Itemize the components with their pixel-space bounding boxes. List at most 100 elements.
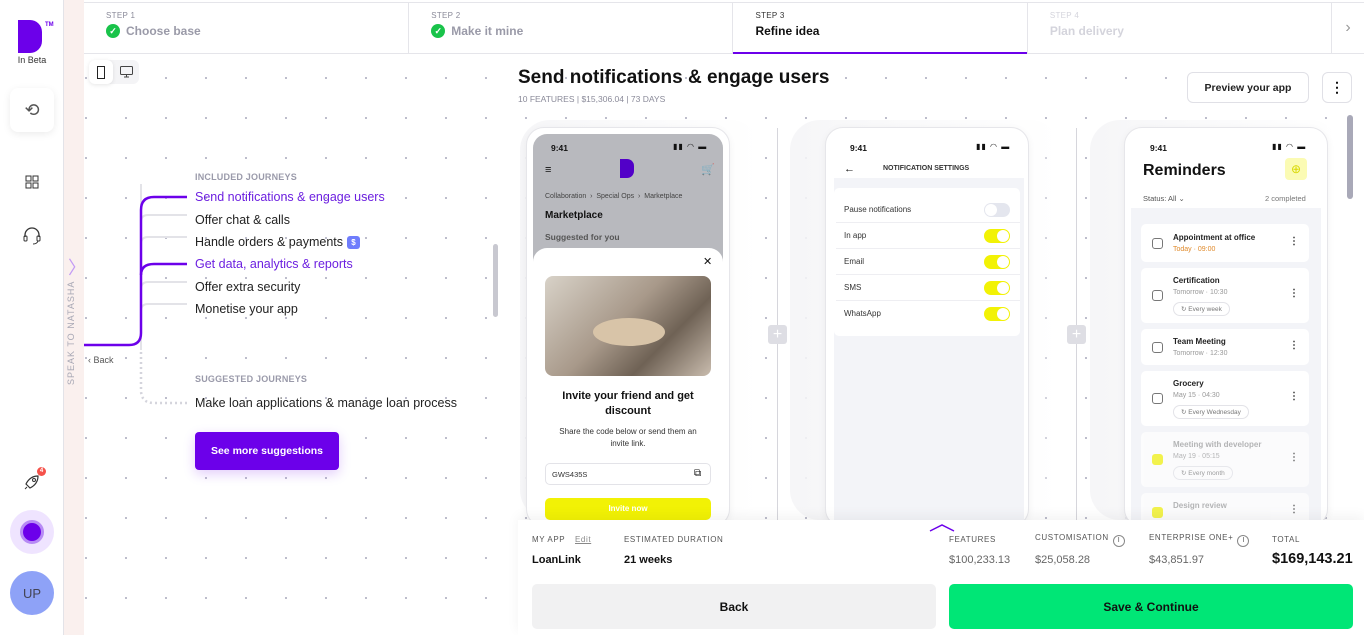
- preview-app-button[interactable]: Preview your app: [1187, 72, 1309, 103]
- journeys-scrollbar[interactable]: [493, 244, 498, 317]
- reminder-title: Grocery: [1173, 379, 1204, 388]
- phone-marketplace[interactable]: 9:41 ▮▮ ◠ ▬ ≡ 🛒 Collaboration › Special …: [526, 127, 730, 527]
- reminder-title: Team Meeting: [1173, 337, 1226, 346]
- customisation-value: $25,058.28: [1035, 554, 1091, 566]
- journey-extra-security[interactable]: Offer extra security: [195, 280, 300, 294]
- back-button[interactable]: Back: [532, 584, 936, 629]
- reminder-more-icon[interactable]: ⋮: [1289, 236, 1299, 247]
- email-toggle[interactable]: [984, 255, 1010, 269]
- in-app-toggle[interactable]: [984, 229, 1010, 243]
- journey-send-notifications[interactable]: Send notifications & engage users: [195, 190, 385, 204]
- reminders-title: Reminders: [1143, 162, 1226, 179]
- close-icon[interactable]: ✕: [703, 255, 712, 268]
- breadcrumb: Collaboration › Special Ops › Marketplac…: [545, 193, 683, 200]
- pause-toggle[interactable]: [984, 203, 1010, 217]
- next-step-button[interactable]: ›: [1332, 3, 1364, 53]
- more-options-button[interactable]: ⋮: [1322, 72, 1352, 103]
- undo-button[interactable]: ⟲: [10, 88, 54, 132]
- see-more-suggestions-button[interactable]: See more suggestions: [195, 432, 339, 470]
- reminder-title: Meeting with developer: [1173, 440, 1262, 449]
- repeat-pill: ↻ Every Wednesday: [1173, 405, 1249, 419]
- reminder-checkbox-checked[interactable]: [1152, 454, 1163, 465]
- back-link[interactable]: ‹ Back: [88, 355, 114, 365]
- repeat-label: Every Wednesday: [1188, 409, 1241, 416]
- check-icon: ✓: [106, 24, 120, 38]
- reminder-checkbox-checked[interactable]: [1152, 507, 1163, 518]
- speak-to-natasha-label[interactable]: SPEAK TO NATASHA: [66, 281, 76, 385]
- reminder-more-icon[interactable]: ⋮: [1289, 340, 1299, 351]
- save-continue-button[interactable]: Save & Continue: [949, 584, 1353, 629]
- phone-notification-settings[interactable]: 9:41 ▮▮ ◠ ▬ ← NOTIFICATION SETTINGS Paus…: [825, 127, 1029, 527]
- grid-icon: [25, 175, 39, 189]
- reminder-checkbox[interactable]: [1152, 238, 1163, 249]
- status-dot: [20, 520, 44, 544]
- reminder-item[interactable]: Grocery May 15 · 04:30 ↻ Every Wednesday…: [1141, 371, 1309, 426]
- step-refine-idea[interactable]: STEP 3 Refine idea: [733, 3, 1028, 54]
- reminder-item[interactable]: Appointment at office Today · 09:00 ⋮: [1141, 224, 1309, 262]
- journey-chat-calls[interactable]: Offer chat & calls: [195, 213, 290, 227]
- reminder-item[interactable]: Team Meeting Tomorrow · 12:30 ⋮: [1141, 329, 1309, 365]
- edit-app-link[interactable]: Edit: [575, 535, 591, 544]
- launch-button[interactable]: 4: [20, 467, 46, 494]
- included-journeys-label: INCLUDED JOURNEYS: [195, 172, 297, 182]
- reminder-more-icon[interactable]: ⋮: [1289, 288, 1299, 299]
- back-arrow-icon[interactable]: ←: [844, 163, 855, 175]
- app-name: LoanLink: [532, 554, 581, 566]
- status-filter[interactable]: Status: All ⌄: [1143, 194, 1185, 203]
- headset-icon: [23, 227, 41, 245]
- step-label: Plan delivery: [1049, 24, 1124, 38]
- support-button[interactable]: [20, 223, 44, 247]
- add-screen-button[interactable]: +: [768, 325, 787, 344]
- desktop-view-button[interactable]: [114, 60, 138, 84]
- sms-toggle[interactable]: [984, 281, 1010, 295]
- journey-tree: [84, 184, 187, 405]
- info-icon[interactable]: i: [1237, 535, 1250, 547]
- user-avatar[interactable]: UP: [10, 571, 54, 615]
- builder-logo[interactable]: TM: [18, 20, 54, 54]
- reminder-time: Tomorrow · 12:30: [1173, 350, 1228, 357]
- reminder-more-icon[interactable]: ⋮: [1289, 452, 1299, 463]
- my-app-label: MY APP: [532, 535, 566, 544]
- add-screen-button[interactable]: +: [1067, 325, 1086, 344]
- journey-orders-payments[interactable]: Handle orders & payments $: [195, 235, 360, 249]
- chevron-up-icon[interactable]: [928, 523, 956, 533]
- rocket-icon: [24, 475, 39, 490]
- logo-tm: TM: [45, 22, 54, 28]
- dashboard-button[interactable]: [20, 170, 44, 194]
- journey-loan-applications[interactable]: Make loan applications & manage loan pro…: [195, 396, 457, 410]
- invite-now-button[interactable]: Invite now: [545, 498, 711, 520]
- journey-analytics-reports[interactable]: Get data, analytics & reports: [195, 257, 353, 271]
- monitor-icon: [119, 66, 133, 78]
- step-plan-delivery: STEP 4 Plan delivery: [1028, 3, 1333, 53]
- step-make-it-mine[interactable]: STEP 2 ✓ Make it mine: [409, 3, 734, 53]
- device-view-toggle: [89, 60, 139, 84]
- copy-icon[interactable]: ⧉: [694, 468, 701, 479]
- mobile-view-button[interactable]: [89, 60, 113, 84]
- marketplace-heading: Marketplace: [545, 210, 603, 221]
- breadcrumb-item: Marketplace: [644, 193, 683, 200]
- journey-monetise-app[interactable]: Monetise your app: [195, 302, 298, 316]
- reminder-title: Certification: [1173, 276, 1220, 285]
- reminder-time: May 15 · 04:30: [1173, 392, 1220, 399]
- info-icon[interactable]: i: [1112, 535, 1125, 547]
- status-indicator[interactable]: [10, 510, 54, 554]
- plus-icon: +: [772, 326, 783, 343]
- reminder-more-icon[interactable]: ⋮: [1289, 391, 1299, 402]
- setting-label: SMS: [844, 283, 862, 292]
- duration-value: 21 weeks: [624, 554, 673, 566]
- reminder-checkbox[interactable]: [1152, 393, 1163, 404]
- invite-code-field[interactable]: GWS435S ⧉: [545, 463, 711, 485]
- app-logo-icon: [620, 159, 634, 178]
- reminder-more-icon[interactable]: ⋮: [1289, 504, 1299, 515]
- reminder-item-completed[interactable]: Meeting with developer May 19 · 05:15 ↻ …: [1141, 432, 1309, 487]
- reminder-checkbox[interactable]: [1152, 342, 1163, 353]
- add-reminder-button[interactable]: ⊕: [1285, 158, 1307, 180]
- total-value: $169,143.21: [1272, 551, 1353, 567]
- whatsapp-toggle[interactable]: [984, 307, 1010, 321]
- column-divider: [777, 128, 778, 520]
- reminder-checkbox[interactable]: [1152, 290, 1163, 301]
- reminder-item[interactable]: Certification Tomorrow · 10:30 ↻ Every w…: [1141, 268, 1309, 323]
- phone-reminders[interactable]: 9:41 ▮▮ ◠ ▬ Reminders ⊕ Status: All ⌄ 2 …: [1124, 127, 1328, 527]
- step-choose-base[interactable]: STEP 1 ✓ Choose base: [84, 3, 410, 53]
- canvas-scrollbar[interactable]: [1347, 115, 1353, 199]
